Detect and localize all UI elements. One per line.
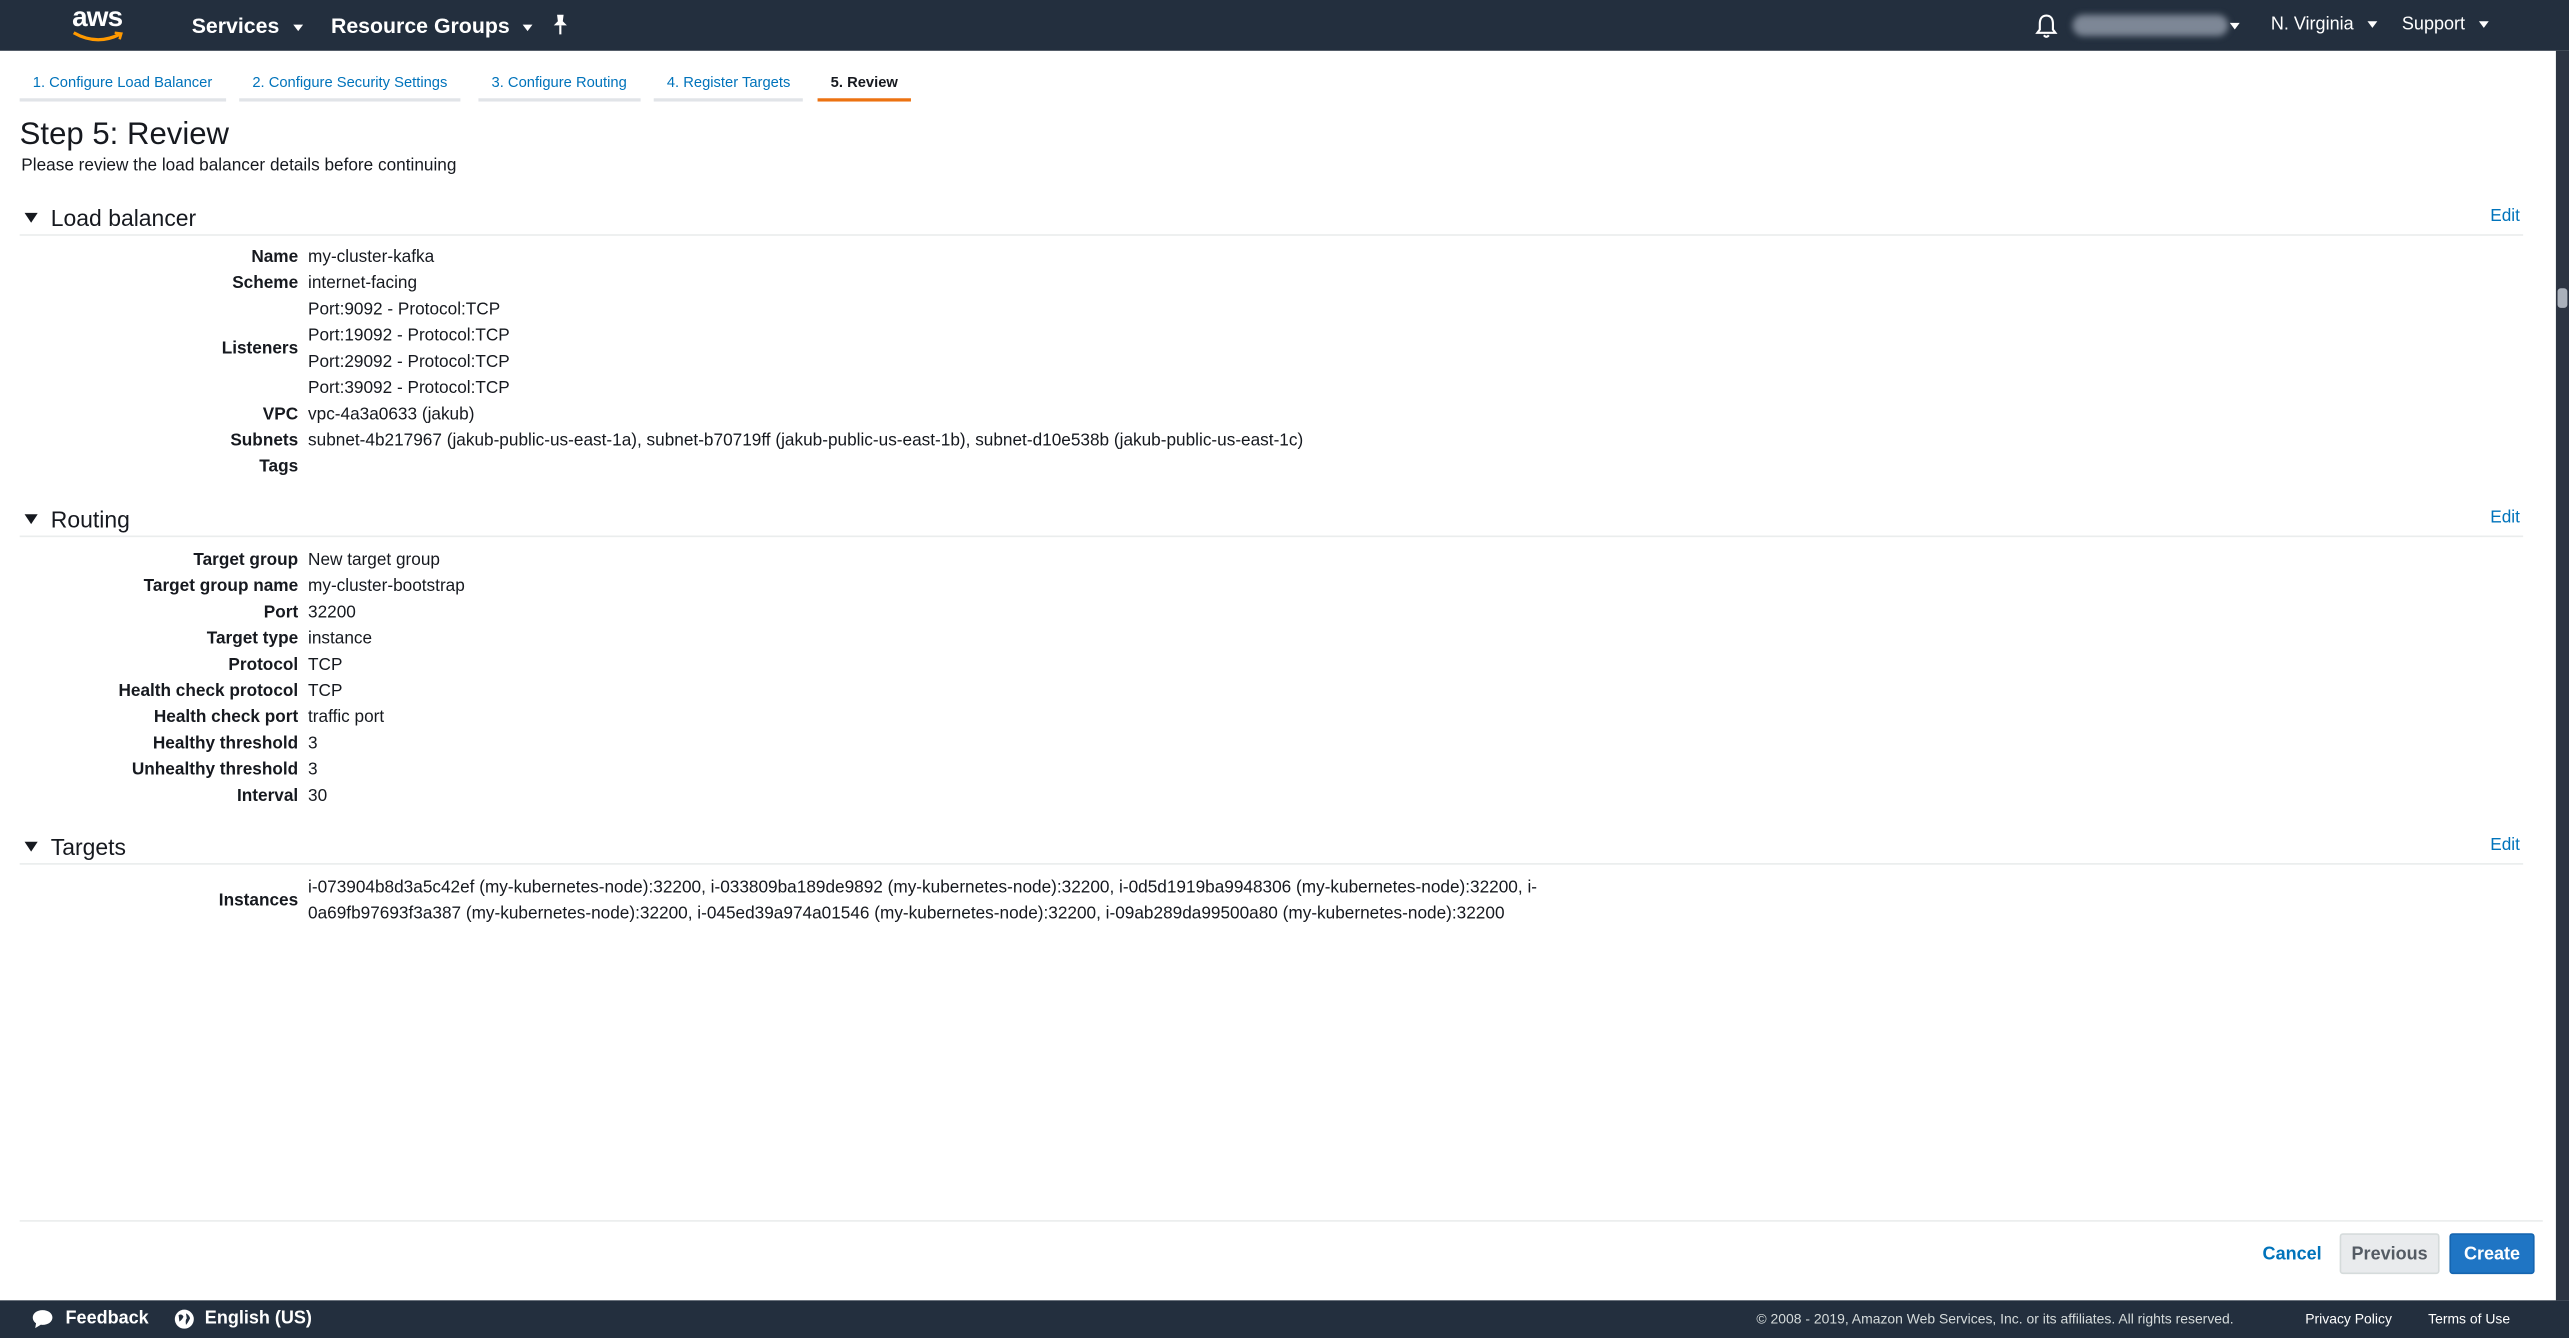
scrollbar-thumb[interactable] xyxy=(2557,288,2568,308)
routing-heading[interactable]: Routing xyxy=(51,506,130,532)
routing-row-value: traffic port xyxy=(308,707,385,728)
chevron-down-icon xyxy=(2366,21,2377,28)
load-balancer-edit-link[interactable]: Edit xyxy=(2490,206,2520,226)
targets-section-header: Targets Edit xyxy=(19,832,2524,865)
routing-row-value: 30 xyxy=(308,786,328,806)
routing-row-value: 3 xyxy=(308,759,318,780)
routing-row-value: my-cluster-bootstrap xyxy=(308,576,465,597)
scheme-label: Scheme xyxy=(232,273,299,294)
region-menu[interactable]: N. Virginia xyxy=(2271,0,2377,51)
name-value: my-cluster-kafka xyxy=(308,247,435,267)
tab-configure-routing[interactable]: 3. Configure Routing xyxy=(478,66,640,102)
copyright-text: © 2008 - 2019, Amazon Web Services, Inc.… xyxy=(1756,1310,2234,1327)
support-menu[interactable]: Support xyxy=(2402,0,2488,51)
instances-value-line: i-073904b8d3a5c42ef (my-kubernetes-node)… xyxy=(308,877,1537,898)
routing-row-label: Healthy threshold xyxy=(152,733,299,754)
listener-item: Port:19092 - Protocol:TCP xyxy=(308,325,510,346)
routing-row-label: Health check port xyxy=(153,707,299,728)
routing-row-label: Interval xyxy=(236,786,299,806)
tab-register-targets[interactable]: 4. Register Targets xyxy=(653,66,804,102)
page-title: Step 5: Review xyxy=(19,117,230,153)
vpc-label: VPC xyxy=(262,404,299,425)
routing-row-label: Unhealthy threshold xyxy=(131,759,299,780)
previous-button[interactable]: Previous xyxy=(2339,1233,2440,1275)
routing-row-label: Health check protocol xyxy=(118,681,299,701)
bell-icon[interactable] xyxy=(2035,13,2058,39)
listener-item: Port:39092 - Protocol:TCP xyxy=(308,378,510,398)
cancel-button[interactable]: Cancel xyxy=(2251,1236,2333,1272)
aws-logo[interactable]: aws xyxy=(72,1,128,44)
listener-item: Port:9092 - Protocol:TCP xyxy=(308,299,501,320)
chevron-down-icon xyxy=(522,23,533,31)
feedback-button[interactable]: Feedback xyxy=(66,1300,149,1338)
routing-edit-link[interactable]: Edit xyxy=(2490,508,2520,528)
routing-row-label: Port xyxy=(263,602,299,623)
chevron-down-icon xyxy=(2478,21,2488,28)
region-label: N. Virginia xyxy=(2270,14,2354,35)
app-window: aws Services Resource Groups N. Virginia… xyxy=(0,0,2569,1338)
routing-row-value: 32200 xyxy=(308,602,356,623)
routing-row-label: Target group name xyxy=(143,576,299,597)
routing-row-value: 3 xyxy=(308,733,318,754)
routing-row-label: Protocol xyxy=(228,655,299,675)
subnets-value: subnet-4b217967 (jakub-public-us-east-1a… xyxy=(308,430,1304,451)
services-label: Services xyxy=(191,13,280,38)
divider xyxy=(19,1220,2543,1222)
aws-logo-text: aws xyxy=(72,1,123,33)
routing-row-value: TCP xyxy=(308,655,343,675)
scrollbar[interactable] xyxy=(2555,50,2569,1301)
collapse-triangle-icon[interactable] xyxy=(24,514,38,525)
load-balancer-section-header: Load balancer Edit xyxy=(19,203,2524,236)
page-subtitle: Please review the load balancer details … xyxy=(21,155,457,176)
create-button[interactable]: Create xyxy=(2449,1233,2535,1275)
tab-review[interactable]: 5. Review xyxy=(817,66,912,102)
top-navigation-bar: aws Services Resource Groups N. Virginia… xyxy=(0,0,2569,51)
subnets-label: Subnets xyxy=(230,430,299,451)
collapse-triangle-icon[interactable] xyxy=(24,841,38,852)
speech-bubble-icon xyxy=(32,1310,53,1329)
routing-section-header: Routing Edit xyxy=(19,504,2524,538)
scheme-value: internet-facing xyxy=(308,273,418,294)
chevron-down-icon[interactable] xyxy=(2229,22,2240,30)
targets-heading[interactable]: Targets xyxy=(51,834,126,860)
language-selector[interactable]: English (US) xyxy=(205,1300,312,1338)
routing-row-value: instance xyxy=(308,628,373,649)
instances-value-line: 0a69fb97693f3a387 (my-kubernetes-node):3… xyxy=(308,904,1505,924)
tab-configure-load-balancer[interactable]: 1. Configure Load Balancer xyxy=(19,66,226,102)
name-label: Name xyxy=(251,247,299,267)
terms-of-use-link[interactable]: Terms of Use xyxy=(2428,1300,2510,1338)
account-menu-blurred[interactable] xyxy=(2072,14,2229,37)
resource-groups-label: Resource Groups xyxy=(330,13,510,38)
tags-label: Tags xyxy=(259,456,299,477)
aws-smile-icon xyxy=(72,31,123,42)
routing-row-label: Target type xyxy=(206,628,299,649)
support-label: Support xyxy=(2401,14,2466,35)
routing-row-value: TCP xyxy=(308,681,343,701)
instances-label: Instances xyxy=(218,890,299,911)
console-footer: Feedback English (US) © 2008 - 2019, Ama… xyxy=(0,1300,2569,1338)
pin-icon[interactable] xyxy=(551,13,571,36)
load-balancer-heading[interactable]: Load balancer xyxy=(51,205,196,231)
listener-item: Port:29092 - Protocol:TCP xyxy=(308,352,510,372)
services-menu[interactable]: Services xyxy=(192,0,303,51)
chevron-down-icon xyxy=(292,23,303,31)
privacy-policy-link[interactable]: Privacy Policy xyxy=(2305,1300,2392,1338)
vpc-value: vpc-4a3a0633 (jakub) xyxy=(308,404,475,425)
routing-row-value: New target group xyxy=(308,550,440,570)
collapse-triangle-icon[interactable] xyxy=(24,212,38,223)
listeners-label: Listeners xyxy=(221,339,299,359)
routing-row-label: Target group xyxy=(193,550,299,570)
targets-edit-link[interactable]: Edit xyxy=(2490,835,2520,855)
globe-icon xyxy=(174,1309,194,1329)
resource-groups-menu[interactable]: Resource Groups xyxy=(331,0,533,51)
tab-configure-security-settings[interactable]: 2. Configure Security Settings xyxy=(239,66,461,102)
